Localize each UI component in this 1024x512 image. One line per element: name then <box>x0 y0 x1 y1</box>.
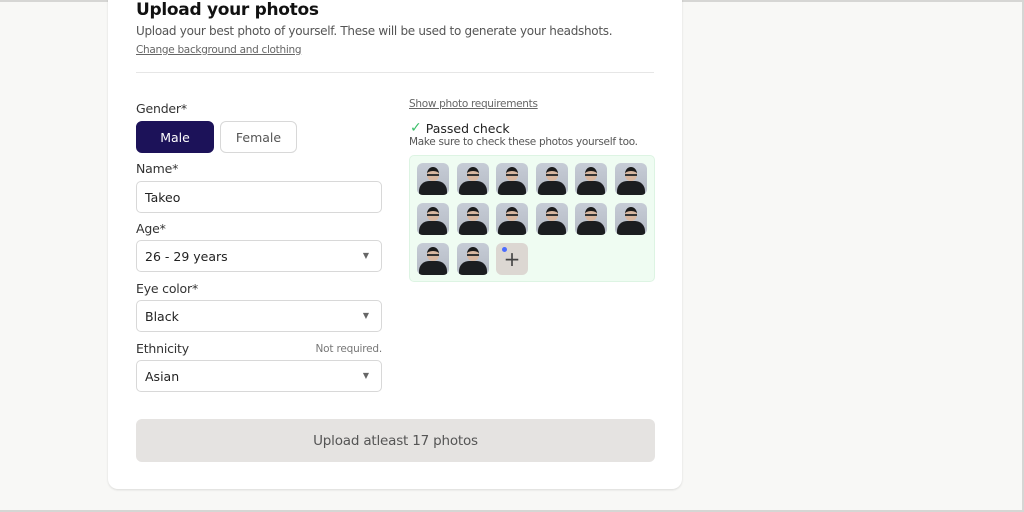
divider <box>136 72 654 73</box>
photo-thumbnail[interactable] <box>456 203 489 235</box>
gender-male-button[interactable]: Male <box>136 121 214 153</box>
photo-thumbnail[interactable] <box>614 163 647 195</box>
status-dot <box>502 247 507 252</box>
ethnicity-select[interactable]: Asian ▼ <box>136 360 382 392</box>
age-value: 26 - 29 years <box>145 248 228 264</box>
age-label: Age* <box>136 221 166 236</box>
photo-thumbnail[interactable] <box>417 243 449 275</box>
photo-thumbnail[interactable] <box>417 203 449 235</box>
photo-grid: + <box>409 155 655 282</box>
photo-note: Make sure to check these photos yourself… <box>409 136 638 148</box>
eye-color-select[interactable]: Black ▼ <box>136 300 382 332</box>
ethnicity-label: Ethnicity <box>136 341 189 356</box>
passed-check-text: Passed check <box>425 120 510 136</box>
passed-check-status: ✓ Passed check <box>410 120 510 136</box>
caret-down-icon: ▼ <box>362 371 369 380</box>
photo-thumbnail[interactable] <box>535 163 568 195</box>
caret-down-icon: ▼ <box>362 311 369 320</box>
caret-down-icon: ▼ <box>362 251 369 260</box>
gender-label: Gender* <box>136 101 187 116</box>
photo-thumbnail[interactable] <box>575 163 607 195</box>
ethnicity-hint: Not required. <box>315 343 383 355</box>
check-icon: ✓ <box>410 120 422 136</box>
ethnicity-value: Asian <box>145 368 180 384</box>
photo-thumbnail[interactable] <box>456 163 489 195</box>
eye-color-value: Black <box>145 308 179 324</box>
photo-requirements-link[interactable]: Show photo requirements <box>409 98 538 110</box>
photo-thumbnail[interactable] <box>496 203 528 235</box>
photo-thumbnail[interactable] <box>614 203 647 235</box>
add-photo-button[interactable]: + <box>496 243 528 275</box>
photo-thumbnail[interactable] <box>456 243 489 275</box>
name-label: Name* <box>136 161 179 176</box>
photo-thumbnail[interactable] <box>496 163 528 195</box>
age-select[interactable]: 26 - 29 years ▼ <box>136 240 382 272</box>
page-title: Upload your photos <box>136 0 319 20</box>
page-subtitle: Upload your best photo of yourself. Thes… <box>136 24 613 38</box>
photo-thumbnail[interactable] <box>575 203 607 235</box>
name-input[interactable]: Takeo <box>136 181 382 213</box>
photo-thumbnail[interactable] <box>417 163 449 195</box>
upload-submit-button[interactable]: Upload atleast 17 photos <box>136 419 655 462</box>
photo-thumbnail[interactable] <box>535 203 568 235</box>
eye-color-label: Eye color* <box>136 281 198 296</box>
name-value: Takeo <box>145 189 181 205</box>
change-background-link[interactable]: Change background and clothing <box>136 44 302 56</box>
gender-female-button[interactable]: Female <box>220 121 297 153</box>
